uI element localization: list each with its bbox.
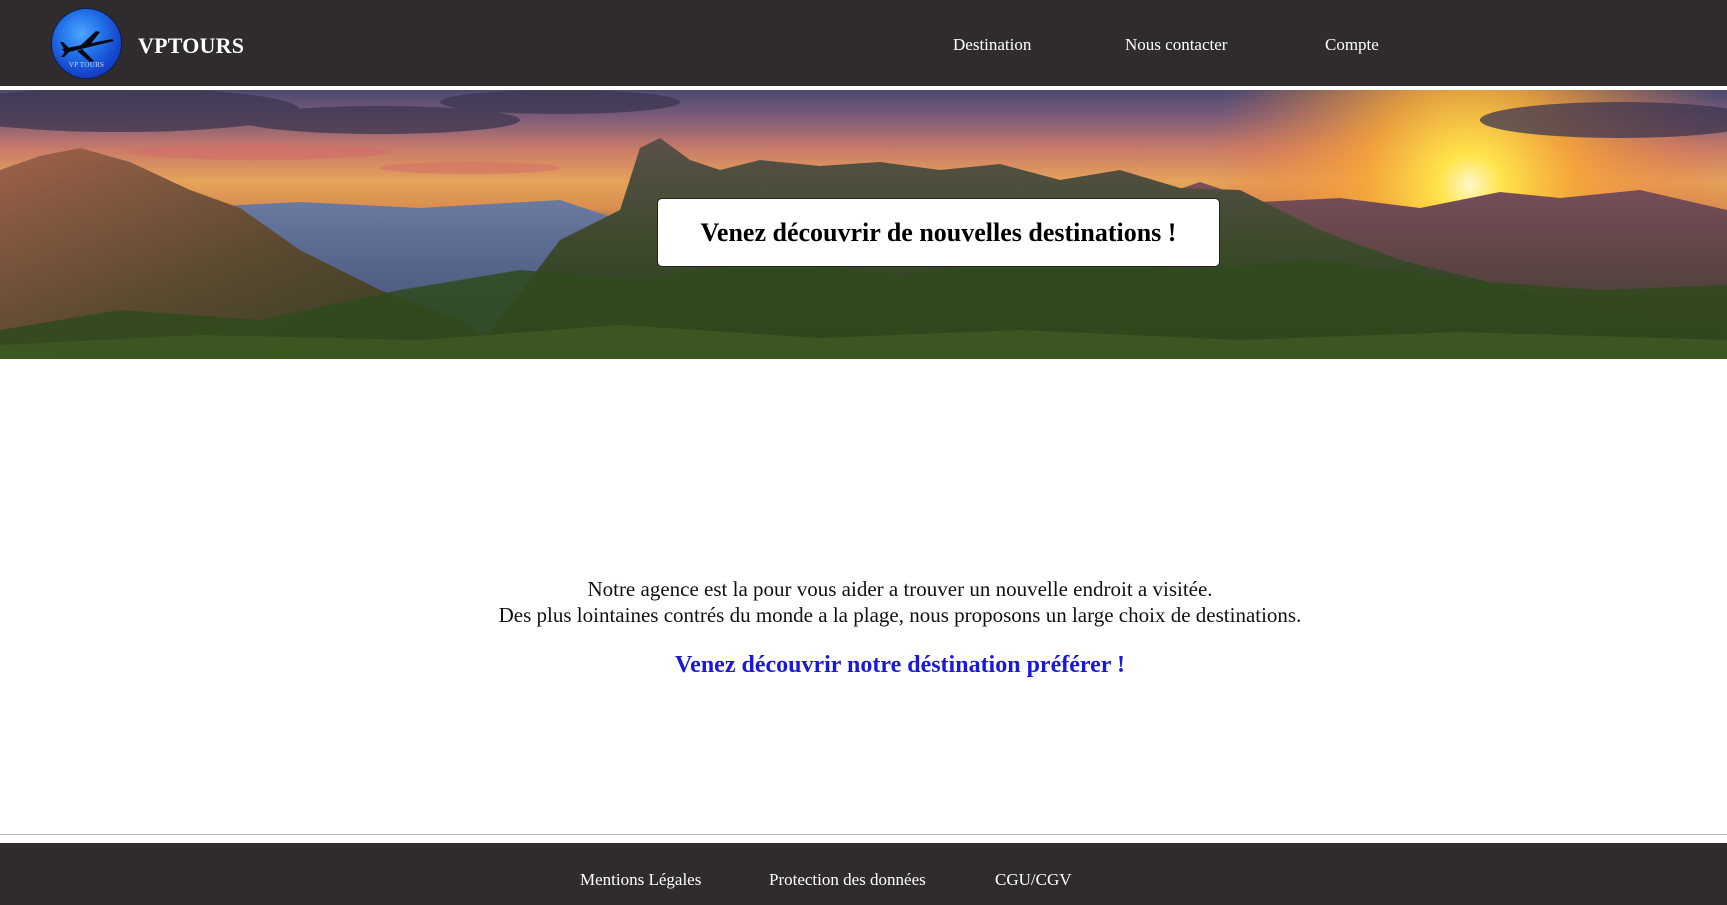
top-navbar: VP TOURS VPTOURS Destination Nous contac… (0, 0, 1727, 86)
intro-text-line-2: Des plus lointaines contrés du monde a l… (498, 603, 1302, 627)
featured-destination-link[interactable]: Venez découvrir notre déstination préfér… (0, 652, 1727, 679)
brand-name[interactable]: VPTOURS (138, 33, 244, 59)
intro-text-line-1: Notre agence est la pour vous aider a tr… (587, 577, 1213, 601)
nav-destination[interactable]: Destination (953, 35, 1031, 55)
hero-banner: Venez découvrir de nouvelles destination… (0, 90, 1727, 359)
logo-caption: VP TOURS (68, 61, 105, 69)
footer-legal-notice-link[interactable]: Mentions Légales (580, 870, 701, 890)
footer-data-protection-link[interactable]: Protection des données (769, 870, 926, 890)
footer: Mentions Légales Protection des données … (0, 843, 1727, 905)
nav-account[interactable]: Compte (1325, 35, 1379, 55)
nav-contact[interactable]: Nous contacter (1125, 35, 1227, 55)
footer-terms-link[interactable]: CGU/CGV (995, 870, 1072, 890)
page: VP TOURS VPTOURS Destination Nous contac… (0, 0, 1727, 905)
footer-divider (0, 834, 1727, 835)
hero-title: Venez découvrir de nouvelles destination… (657, 198, 1220, 267)
logo[interactable]: VP TOURS (52, 9, 121, 78)
